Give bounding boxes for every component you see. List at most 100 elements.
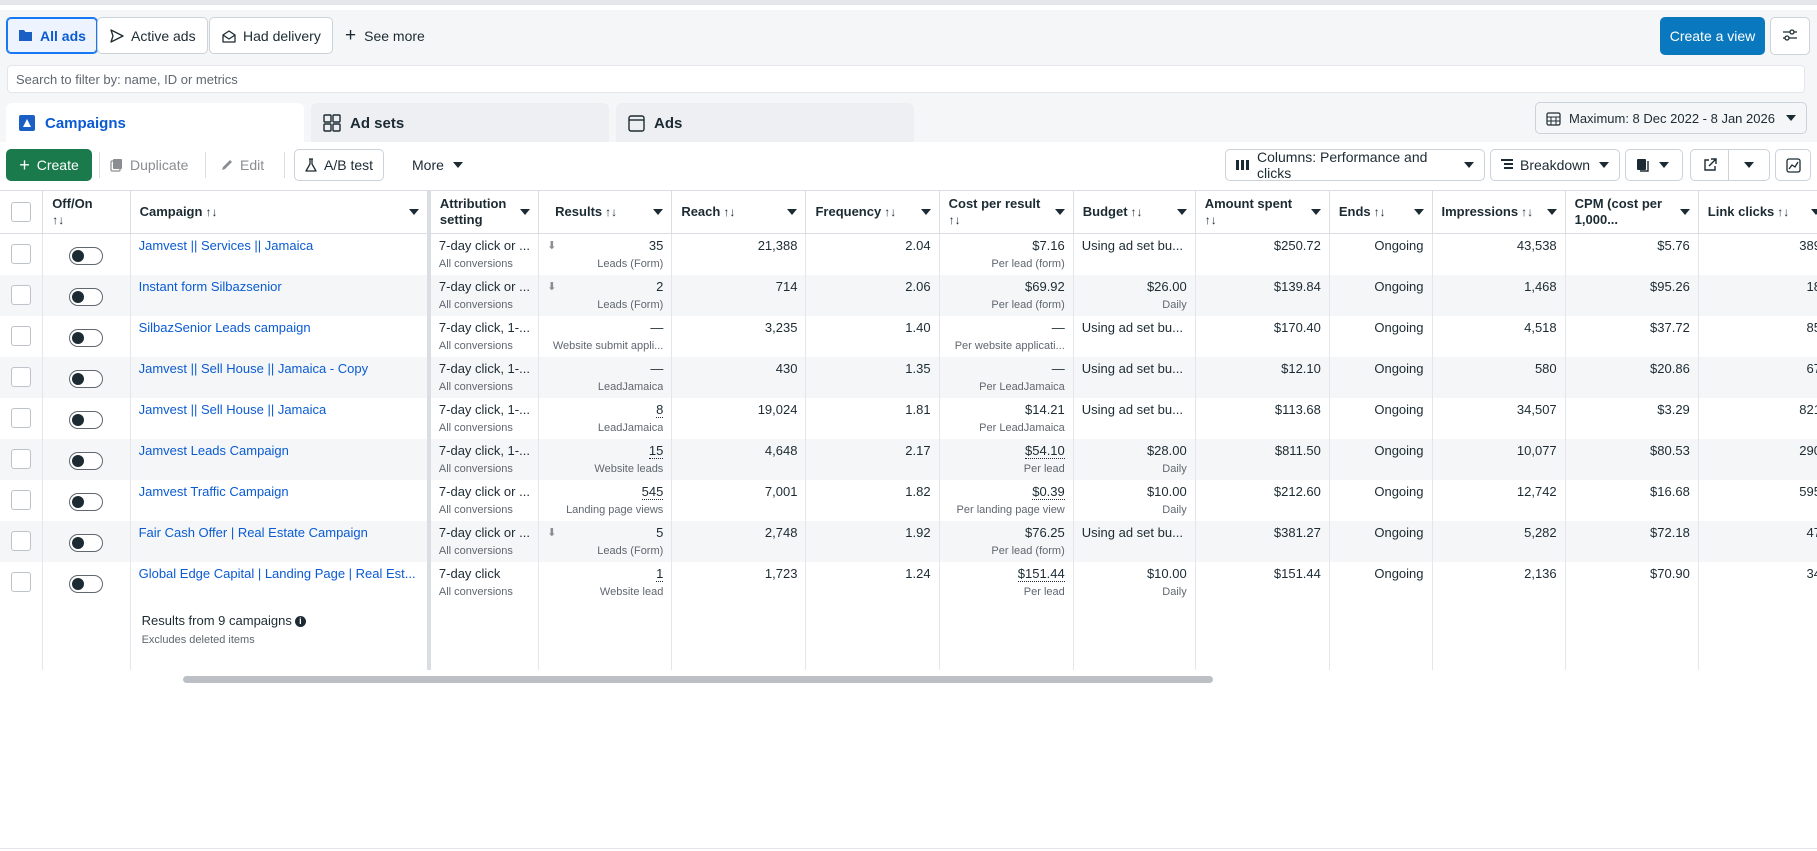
link-clicks-header[interactable]: Link clicks ↑↓ xyxy=(1698,190,1817,234)
results-value[interactable]: 545 xyxy=(641,483,664,500)
cost-per-result-value[interactable]: $151.44 xyxy=(1017,565,1065,582)
row-checkbox[interactable] xyxy=(11,448,32,469)
results-header[interactable]: Results ↑↓ xyxy=(538,190,673,234)
export-dropdown[interactable] xyxy=(1729,162,1769,168)
delivery-toggle[interactable] xyxy=(69,492,104,511)
campaign-link[interactable]: Jamvest Traffic Campaign xyxy=(139,484,419,500)
tab-ad-sets[interactable]: Ad sets xyxy=(311,103,609,143)
delivery-toggle[interactable] xyxy=(69,410,104,429)
sort-icon: ↑↓ xyxy=(605,205,618,219)
breakdown-dropdown[interactable]: Breakdown xyxy=(1490,149,1620,181)
amount-spent-value: $381.27 xyxy=(1273,524,1321,540)
campaign-link[interactable]: Jamvest Leads Campaign xyxy=(139,443,419,459)
row-checkbox[interactable] xyxy=(11,325,32,346)
delivery-toggle[interactable] xyxy=(69,574,104,593)
see-more-button[interactable]: + See more xyxy=(345,17,425,54)
reach-cell: 21,388 xyxy=(671,233,807,275)
tab-campaigns[interactable]: Campaigns xyxy=(6,103,304,143)
charts-toggle-button[interactable] xyxy=(1775,149,1811,181)
column-menu-icon[interactable] xyxy=(1679,209,1690,215)
row-checkbox[interactable] xyxy=(11,530,32,551)
column-menu-icon[interactable] xyxy=(1310,209,1321,215)
frequency-header[interactable]: Frequency ↑↓ xyxy=(805,190,940,234)
budget-type: Daily xyxy=(1162,503,1187,516)
row-checkbox[interactable] xyxy=(11,244,32,264)
create-button[interactable]: + Create xyxy=(6,149,92,181)
column-menu-icon[interactable] xyxy=(520,209,531,215)
row-checkbox[interactable] xyxy=(11,366,32,387)
row-checkbox[interactable] xyxy=(11,407,32,428)
cpm-header[interactable]: CPM (cost per 1,000... xyxy=(1565,190,1699,234)
reach-value: 430 xyxy=(775,360,798,376)
cost-per-result-header[interactable]: Cost per result ↑↓ xyxy=(939,190,1074,234)
tab-campaigns-label: Campaigns xyxy=(45,114,126,132)
results-value[interactable]: 8 xyxy=(656,401,664,418)
campaign-link[interactable]: Jamvest || Sell House || Jamaica xyxy=(139,402,419,418)
column-menu-icon[interactable] xyxy=(653,209,664,215)
had-delivery-filter[interactable]: Had delivery xyxy=(209,17,333,54)
ends-header[interactable]: Ends ↑↓ xyxy=(1329,190,1433,234)
attribution-header[interactable]: Attribution setting xyxy=(428,190,540,234)
offon-header[interactable]: Off/On ↑↓ xyxy=(42,190,131,234)
frequency-cell: 1.92 xyxy=(805,520,940,562)
cost-per-result-value[interactable]: $0.39 xyxy=(1032,483,1065,500)
date-range-picker[interactable]: Maximum: 8 Dec 2022 - 8 Jan 2026 xyxy=(1535,102,1807,134)
create-view-button[interactable]: Create a view xyxy=(1660,17,1765,55)
sliders-icon xyxy=(1782,28,1798,45)
budget-header[interactable]: Budget ↑↓ xyxy=(1073,190,1196,234)
campaign-link[interactable]: Jamvest || Sell House || Jamaica - Copy xyxy=(139,361,419,377)
row-checkbox[interactable] xyxy=(11,489,32,510)
campaign-link[interactable]: Global Edge Capital | Landing Page | Rea… xyxy=(139,566,419,582)
column-menu-icon[interactable] xyxy=(1176,209,1187,215)
delivery-toggle[interactable] xyxy=(69,328,104,347)
view-settings-button[interactable] xyxy=(1770,17,1810,55)
column-menu-icon[interactable] xyxy=(920,209,931,215)
campaign-link[interactable]: Jamvest || Services || Jamaica xyxy=(139,238,419,254)
column-menu-icon[interactable] xyxy=(1546,209,1557,215)
column-menu-icon[interactable] xyxy=(1054,209,1065,215)
column-menu-icon[interactable] xyxy=(1413,209,1424,215)
search-input[interactable]: Search to filter by: name, ID or metrics xyxy=(7,65,1805,93)
attribution-sub: All conversions xyxy=(438,421,513,434)
row-checkbox[interactable] xyxy=(11,284,32,305)
row-checkbox[interactable] xyxy=(11,571,32,592)
column-menu-icon[interactable] xyxy=(787,209,798,215)
ends-cell: Ongoing xyxy=(1329,397,1433,439)
campaign-link[interactable]: SilbazSenior Leads campaign xyxy=(139,320,419,336)
attribution-cell: 7-day click or ... All conversions xyxy=(428,274,540,316)
columns-dropdown[interactable]: Columns: Performance and clicks xyxy=(1225,149,1485,181)
column-menu-icon[interactable] xyxy=(1811,209,1817,215)
duplicate-button[interactable]: Duplicate xyxy=(110,149,188,181)
amount-spent-header[interactable]: Amount spent ↑↓ xyxy=(1195,190,1330,234)
campaign-link[interactable]: Fair Cash Offer | Real Estate Campaign xyxy=(139,525,419,541)
info-icon[interactable]: i xyxy=(294,615,306,627)
delivery-toggle[interactable] xyxy=(69,451,104,470)
results-type: Leads (Form) xyxy=(597,258,664,270)
ab-test-button[interactable]: A/B test xyxy=(294,149,385,181)
horizontal-scrollbar[interactable] xyxy=(183,676,1213,683)
column-menu-icon[interactable] xyxy=(408,209,419,215)
more-dropdown[interactable]: More xyxy=(412,149,463,181)
edit-button[interactable]: Edit xyxy=(220,149,264,181)
cost-per-result-value: $76.25 xyxy=(1025,524,1065,540)
active-ads-filter[interactable]: Active ads xyxy=(97,17,208,54)
delivery-toggle[interactable] xyxy=(69,533,104,552)
campaign-header[interactable]: Campaign ↑↓ xyxy=(130,190,431,234)
delivery-toggle[interactable] xyxy=(69,369,104,388)
campaign-link[interactable]: Instant form Silbazsenior xyxy=(139,279,419,295)
results-value[interactable]: 15 xyxy=(648,442,664,459)
tab-ads[interactable]: Ads xyxy=(616,103,914,143)
cost-per-result-value[interactable]: $54.10 xyxy=(1025,442,1065,459)
all-ads-filter[interactable]: All ads xyxy=(6,17,98,54)
reach-value: 21,388 xyxy=(757,238,798,253)
results-cell: 1 Website lead xyxy=(538,561,673,603)
select-all-checkbox[interactable] xyxy=(11,202,32,222)
impressions-header[interactable]: Impressions ↑↓ xyxy=(1432,190,1566,234)
delivery-toggle[interactable] xyxy=(69,287,104,306)
export-button[interactable] xyxy=(1691,150,1729,180)
cpm-cell: $95.26 xyxy=(1565,274,1699,316)
results-value[interactable]: 1 xyxy=(656,565,664,582)
reports-dropdown[interactable] xyxy=(1625,149,1683,181)
reach-header[interactable]: Reach ↑↓ xyxy=(671,190,807,234)
delivery-toggle[interactable] xyxy=(69,247,104,265)
